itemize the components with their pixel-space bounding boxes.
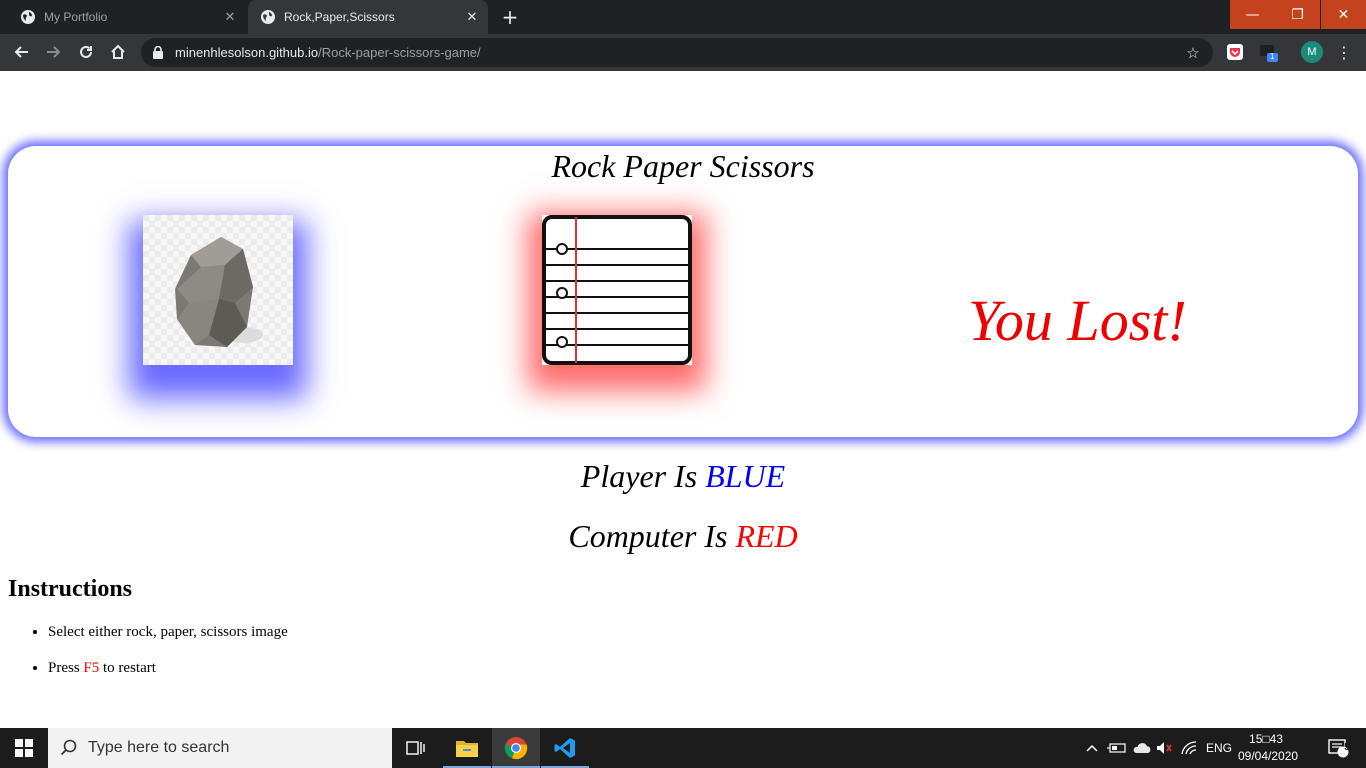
computer-choice-paper-image	[542, 215, 692, 365]
notification-count: 5	[1344, 742, 1350, 753]
file-explorer-icon[interactable]	[443, 728, 491, 768]
globe-icon	[260, 9, 276, 25]
search-icon	[60, 739, 80, 757]
game-panel: Rock Paper Scissors You Lost!	[8, 146, 1358, 437]
instruction-text-after: to restart	[99, 660, 156, 676]
profile-avatar[interactable]: M	[1301, 41, 1323, 63]
player-color-legend: Player Is BLUE	[0, 456, 1366, 496]
tab-close-icon[interactable]: ✕	[462, 7, 482, 27]
home-icon[interactable]	[105, 39, 131, 65]
tab-my-portfolio[interactable]: My Portfolio ✕	[8, 0, 246, 34]
search-input[interactable]	[88, 739, 368, 757]
address-bar[interactable]: minenhlesolson.github.io/Rock-paper-scis…	[141, 38, 1213, 67]
url-text[interactable]: minenhlesolson.github.io/Rock-paper-scis…	[175, 45, 1183, 60]
rock-icon	[143, 215, 293, 365]
instructions-list: Select either rock, paper, scissors imag…	[48, 623, 288, 695]
instruction-text-before: Press	[48, 660, 84, 676]
computer-legend-prefix: Computer Is	[568, 518, 736, 554]
taskbar-search[interactable]	[48, 728, 392, 768]
onedrive-cloud-icon[interactable]	[1131, 728, 1153, 768]
computer-color-label: RED	[735, 518, 798, 554]
lock-icon[interactable]	[153, 46, 167, 59]
back-arrow-icon[interactable]	[8, 39, 34, 65]
battery-icon[interactable]	[1106, 728, 1128, 768]
player-choice-rock-image[interactable]	[143, 215, 293, 365]
clock-time: 15□43	[1249, 732, 1283, 746]
taskbar-clock[interactable]: 15□43 09/04/2020	[1238, 731, 1299, 765]
pocket-extension-icon[interactable]	[1225, 42, 1245, 62]
maximize-button[interactable]: ❐	[1275, 0, 1320, 29]
chrome-icon[interactable]	[492, 728, 540, 768]
extension-badge-icon[interactable]: 1	[1259, 42, 1279, 62]
url-path: /Rock-paper-scissors-game/	[318, 45, 481, 60]
player-legend-prefix: Player Is	[580, 458, 706, 494]
globe-icon	[20, 9, 36, 25]
action-center-icon[interactable]: 5	[1318, 728, 1358, 768]
taskbar: ENG 15□43 09/04/2020 5	[0, 728, 1366, 768]
close-window-button[interactable]: ✕	[1321, 0, 1366, 29]
computer-color-legend: Computer Is RED	[0, 516, 1366, 556]
instruction-item: Press F5 to restart	[48, 659, 288, 695]
tab-close-icon[interactable]: ✕	[220, 7, 240, 27]
minimize-button[interactable]: —	[1230, 0, 1275, 29]
notebook-paper-icon	[542, 215, 692, 365]
volume-muted-icon[interactable]	[1155, 728, 1173, 768]
instructions-heading: Instructions	[8, 576, 133, 602]
bookmark-star-icon[interactable]: ☆	[1183, 44, 1203, 62]
instruction-item: Select either rock, paper, scissors imag…	[48, 623, 288, 659]
game-title: Rock Paper Scissors	[551, 148, 815, 184]
input-language-indicator[interactable]: ENG	[1203, 728, 1235, 768]
tab-rock-paper-scissors[interactable]: Rock,Paper,Scissors ✕	[248, 0, 488, 34]
reload-icon[interactable]	[73, 39, 99, 65]
tab-title: Rock,Paper,Scissors	[284, 10, 395, 24]
new-tab-button[interactable]: +	[498, 5, 522, 29]
extension-badge-count: 1	[1270, 52, 1275, 61]
url-host: minenhlesolson.github.io	[175, 45, 319, 60]
clock-date: 09/04/2020	[1238, 749, 1299, 763]
vscode-icon[interactable]	[541, 728, 589, 768]
browser-toolbar: minenhlesolson.github.io/Rock-paper-scis…	[0, 34, 1366, 71]
instruction-text: Select either rock, paper, scissors imag…	[48, 624, 288, 640]
tab-title: My Portfolio	[44, 10, 108, 24]
wifi-icon[interactable]	[1180, 728, 1200, 768]
tab-strip: My Portfolio ✕ Rock,Paper,Scissors ✕ + —…	[0, 0, 1366, 34]
task-view-icon[interactable]	[392, 728, 440, 768]
restart-key: F5	[83, 660, 100, 676]
browser-menu-icon[interactable]: ⋮	[1336, 40, 1352, 64]
page-content: Rock Paper Scissors You Lost! Player Is …	[0, 71, 1366, 728]
player-color-label: BLUE	[705, 458, 786, 494]
forward-arrow-icon[interactable]	[41, 39, 67, 65]
result-message: You Lost!	[968, 288, 1187, 353]
show-hidden-icons-chevron-icon[interactable]	[1084, 728, 1100, 768]
windows-start-icon[interactable]	[0, 728, 48, 768]
